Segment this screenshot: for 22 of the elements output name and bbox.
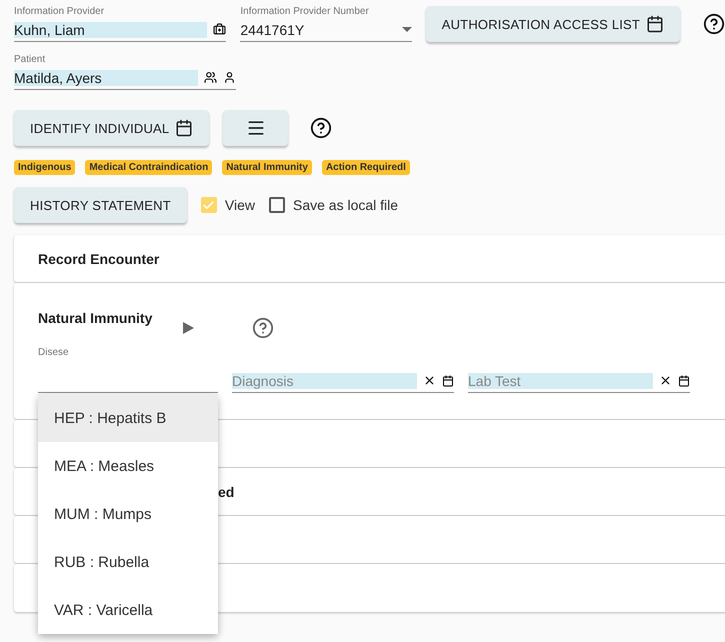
field-label: Patient bbox=[14, 54, 46, 66]
field-label: Disese bbox=[38, 347, 70, 359]
menu-item[interactable]: MUM : Mumps bbox=[38, 490, 218, 538]
status-tag: Indigenous bbox=[14, 160, 76, 175]
menu-item[interactable]: HEP : Hepatits B bbox=[38, 394, 218, 442]
identify-individual-button[interactable]: IDENTIFY INDIVIDUAL bbox=[14, 110, 210, 146]
authorisation-access-list-button[interactable]: AUTHORISATION ACCESS LIST bbox=[426, 6, 680, 42]
checkbox-label: Save as local file bbox=[292, 197, 398, 213]
menu-item[interactable]: RUB : Rubella bbox=[38, 538, 218, 586]
field-label: Information Provider Number bbox=[240, 6, 370, 18]
panel-title: Natural Immunity bbox=[38, 310, 152, 326]
provider-number-select[interactable]: 2441761Y bbox=[240, 18, 412, 42]
history-statement-button[interactable]: HISTORY STATEMENT bbox=[14, 187, 187, 223]
menu-item[interactable]: MEA : Measles bbox=[38, 442, 218, 490]
status-tag: Action Requiredl bbox=[322, 160, 410, 175]
field-label: Information Provider bbox=[14, 6, 106, 18]
status-tag: Natural Immunity bbox=[222, 160, 312, 175]
checkbox-label: View bbox=[224, 197, 255, 213]
panel-title: Record Encounter bbox=[38, 250, 160, 266]
menu-item[interactable]: VAR : Varicella bbox=[38, 586, 218, 634]
panel-title: ed bbox=[218, 484, 234, 500]
status-tag: Medical Contraindication bbox=[85, 160, 212, 175]
